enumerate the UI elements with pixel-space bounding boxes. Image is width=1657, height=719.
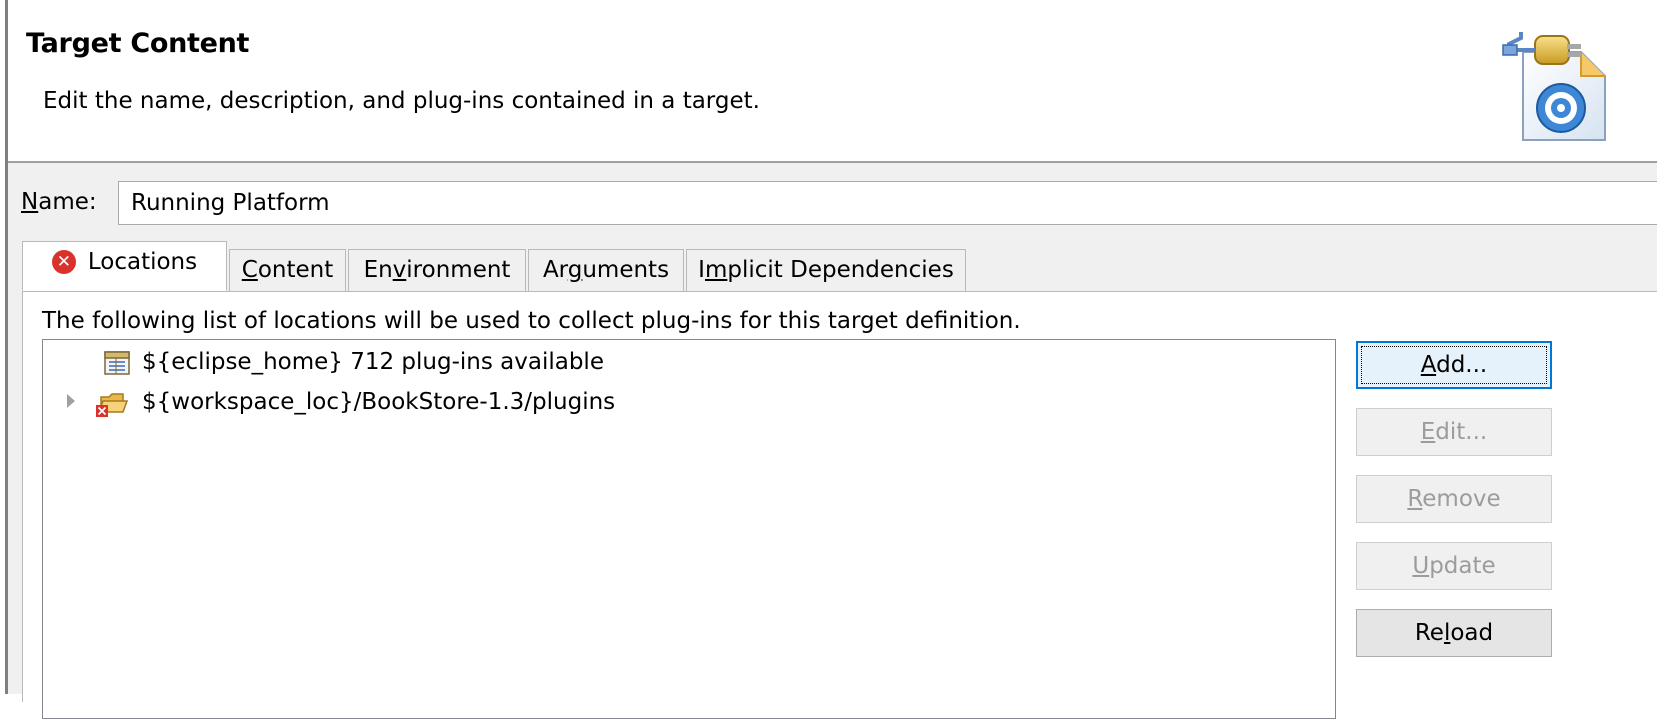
locations-tree[interactable]: ${eclipse_home} 712 plug-ins available $…: [42, 339, 1336, 719]
error-icon: ✕: [51, 250, 76, 274]
expand-arrow-icon[interactable]: [67, 394, 75, 408]
tab-implicit-dependencies[interactable]: Implicit Dependencies: [686, 249, 966, 291]
add-button[interactable]: Add...: [1356, 341, 1552, 389]
page-description: Edit the name, description, and plug-ins…: [43, 88, 760, 114]
tree-item-label: ${workspace_loc}/BookStore-1.3/plugins: [142, 389, 616, 415]
remove-button[interactable]: Remove: [1356, 475, 1552, 523]
installation-icon: [104, 351, 130, 375]
left-border: [0, 0, 8, 694]
tree-item-eclipse-home[interactable]: ${eclipse_home} 712 plug-ins available: [43, 344, 1335, 382]
tab-content[interactable]: Content: [229, 249, 346, 291]
folder-error-icon: [96, 393, 129, 417]
editor-body: Name: ✕Locations Content Environment Arg…: [8, 163, 1657, 719]
tab-arguments[interactable]: Arguments: [528, 249, 684, 291]
locations-description: The following list of locations will be …: [42, 308, 1021, 334]
target-wizard-icon: [1502, 32, 1606, 141]
name-field[interactable]: [118, 181, 1657, 225]
name-label: Name:: [21, 189, 97, 215]
tab-environment[interactable]: Environment: [348, 249, 526, 291]
tab-locations[interactable]: ✕ Locations: [22, 241, 227, 291]
wizard-header: Target Content Edit the name, descriptio…: [8, 0, 1657, 162]
tree-item-label: ${eclipse_home} 712 plug-ins available: [142, 349, 604, 375]
page-title: Target Content: [26, 28, 250, 59]
edit-button[interactable]: Edit...: [1356, 408, 1552, 456]
tree-item-workspace-plugins[interactable]: ${workspace_loc}/BookStore-1.3/plugins: [43, 384, 1335, 422]
update-button[interactable]: Update: [1356, 542, 1552, 590]
reload-button[interactable]: Reload: [1356, 609, 1552, 657]
